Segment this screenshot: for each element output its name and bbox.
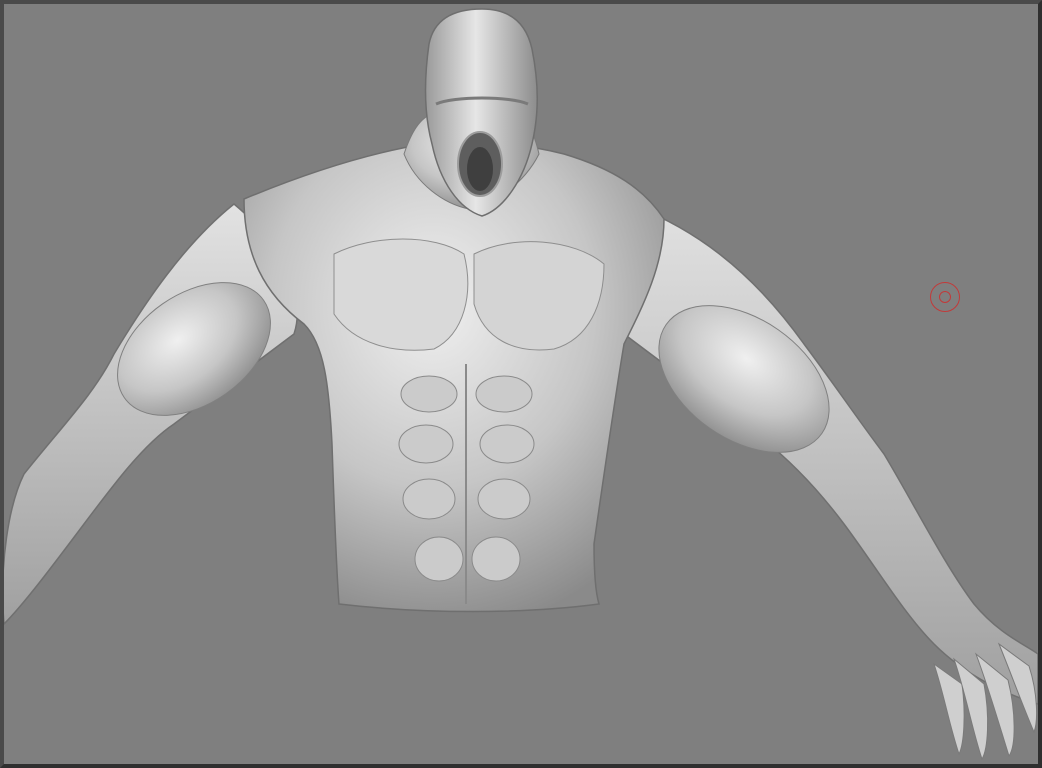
brush-cursor-icon <box>930 282 960 312</box>
mouth-inner <box>467 147 493 191</box>
right-hand <box>933 642 1038 761</box>
torso <box>243 141 665 613</box>
sculpted-model[interactable] <box>4 4 1038 764</box>
sculpt-viewport[interactable] <box>0 0 1042 768</box>
right-arm <box>602 198 1038 705</box>
brush-cursor-inner-ring <box>939 291 951 303</box>
left-pec <box>333 238 469 351</box>
